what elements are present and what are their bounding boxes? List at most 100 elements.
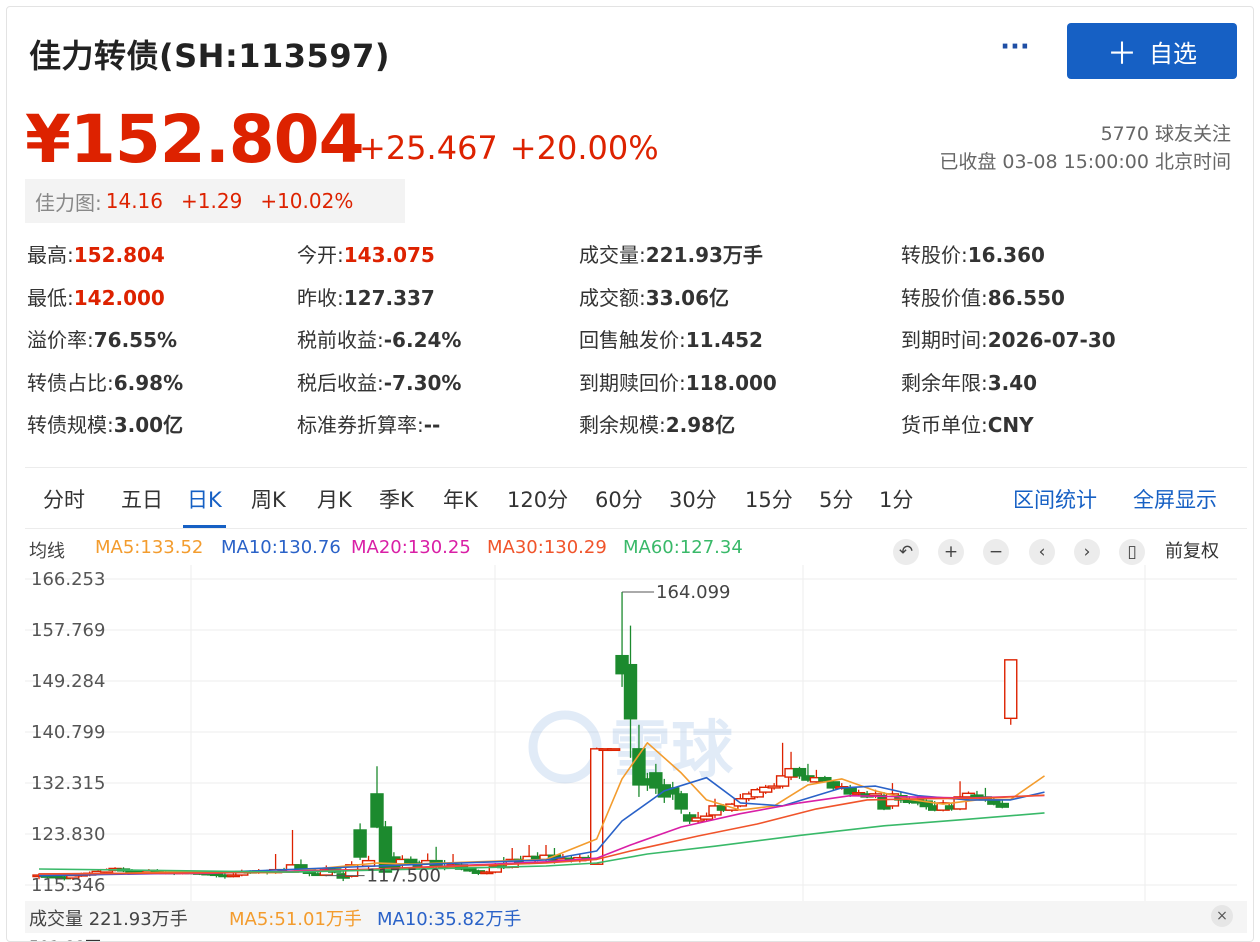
candle-body (818, 776, 832, 782)
quote-value: 2026-07-30 (987, 328, 1116, 352)
quote-label: 溢价率: (27, 328, 94, 352)
quote-cell: 税后收益:-7.30% (297, 367, 461, 396)
quote-value: 3.40 (987, 370, 1038, 395)
quote-label: 税后收益: (297, 370, 384, 395)
price-change: +25.467 +20.00% (359, 129, 671, 167)
y-tick-label: 157.769 (31, 620, 105, 641)
quote-value: 221.93万手 (645, 243, 763, 267)
quote-label: 转债规模: (27, 413, 114, 437)
quote-cell: 剩余年限:3.40 (901, 367, 1037, 396)
quote-cell: 最低:142.000 (27, 282, 165, 311)
kline-chart[interactable]: 雪球 164.099 117.500 166.253 157.769 149.284 140… (25, 565, 1237, 901)
followers-count[interactable]: 5770 球友关注 (1101, 119, 1231, 146)
tab-period[interactable]: 分时 (43, 484, 85, 514)
candle-body (674, 793, 688, 810)
tab-period[interactable]: 120分 (507, 484, 568, 514)
y-tick-label: 132.315 (31, 773, 105, 794)
quote-label: 转债占比: (27, 370, 114, 395)
candle-body (995, 802, 1009, 808)
volume-ma10: MA10:35.82万手 (377, 909, 522, 930)
quote-cell: 成交量:221.93万手 (579, 239, 763, 268)
xueqiu-logo-icon (528, 710, 602, 784)
zoom-in-icon[interactable]: + (938, 539, 964, 565)
quote-cell: 到期赎回价:118.000 (579, 367, 777, 396)
quote-label: 货币单位: (901, 413, 988, 437)
quote-row: 溢价率:76.55% 税前收益:-6.24% 回售触发价:11.452 到期时间:20… (27, 324, 1247, 367)
tab-period[interactable]: 周K (251, 484, 286, 514)
quote-value: 152.804 (73, 243, 165, 267)
zoom-out-icon[interactable]: − (983, 539, 1009, 565)
quote-value: 142.000 (73, 285, 165, 310)
ma-label: 均线 (29, 541, 65, 562)
change-percent: +20.00% (509, 129, 659, 167)
more-button[interactable]: ··· (991, 34, 1039, 65)
ma-legend: 均线 MA5:133.52 MA10:130.76 MA20:130.25 MA30:1… (25, 533, 1247, 565)
tab-period[interactable]: 月K (317, 484, 352, 514)
tab-period[interactable]: 60分 (595, 484, 643, 514)
quote-label: 最低: (27, 285, 74, 310)
quote-cell: 转股价:16.360 (901, 239, 1045, 268)
quote-value: 3.00亿 (113, 413, 184, 437)
underlying-stock-label: 佳力图: (35, 190, 102, 215)
quote-value: 86.550 (987, 285, 1065, 310)
quote-cell: 转股价值:86.550 (901, 282, 1065, 311)
page-title: 佳力转债(SH:113597) (29, 37, 390, 75)
tab-period[interactable]: 日K (183, 484, 226, 528)
quote-label: 转股价值: (901, 285, 988, 310)
tab-period[interactable]: 季K (379, 484, 414, 514)
underlying-stock[interactable]: 佳力图: 14.16 +1.29 +10.02% (25, 179, 405, 223)
close-volume-icon[interactable]: × (1211, 905, 1233, 927)
adjust-mode-select[interactable]: 前复权 (1165, 537, 1219, 563)
tab-period[interactable]: 5分 (819, 484, 853, 514)
candle-body (1004, 659, 1018, 720)
y-tick-label: 123.830 (31, 824, 105, 845)
high-price-label: 164.099 (656, 582, 730, 603)
tab-period[interactable]: 年K (443, 484, 478, 514)
quote-value: -- (423, 413, 441, 437)
y-tick-label: 115.346 (31, 875, 105, 896)
quote-label: 回售触发价: (579, 328, 686, 352)
candle-body (792, 767, 807, 777)
quote-value: 16.360 (967, 243, 1045, 267)
range-stats-link[interactable]: 区间统计 (1013, 484, 1097, 514)
low-price-label: 117.500 (367, 866, 441, 887)
quote-value: 2.98亿 (665, 413, 736, 437)
quote-cell: 到期时间:2026-07-30 (901, 324, 1116, 353)
tab-period[interactable]: 15分 (745, 484, 793, 514)
quote-label: 最高: (27, 243, 74, 267)
quote-label: 今开: (297, 243, 344, 267)
scroll-right-icon[interactable]: › (1074, 539, 1100, 565)
period-tabs: 分时 五日 日K 周K 月K 季K 年K 120分 60分 30分 15分 5分 1分 区间统计 全屏显示 (25, 467, 1247, 529)
fullscreen-link[interactable]: 全屏显示 (1133, 484, 1217, 514)
add-watchlist-button[interactable]: ＋ 自选 (1067, 23, 1237, 79)
tab-period[interactable]: 五日 (121, 484, 163, 514)
quote-value: 11.452 (685, 328, 763, 352)
quote-label: 成交量: (579, 243, 646, 267)
ma-value: MA5:133.52 (95, 537, 204, 558)
quote-label: 标准券折算率: (297, 413, 424, 437)
quote-cell: 成交额:33.06亿 (579, 282, 729, 311)
quote-cell: 税前收益:-6.24% (297, 324, 461, 353)
quote-cell: 剩余规模:2.98亿 (579, 409, 735, 438)
candle-body (699, 815, 714, 820)
ma-value: MA10:130.76 (221, 537, 341, 558)
quote-value: 127.337 (343, 285, 435, 310)
change-value: +25.467 (359, 129, 498, 167)
quote-value: -6.24% (383, 328, 462, 352)
current-price: ¥152.804 (25, 101, 365, 178)
quote-table: 最高:152.804 今开:143.075 成交量:221.93万手 转股价:16.3… (27, 239, 1247, 452)
quote-row: 最高:152.804 今开:143.075 成交量:221.93万手 转股价:16.3… (27, 239, 1247, 282)
candle-style-icon[interactable]: ▯ (1119, 539, 1145, 565)
undo-icon[interactable]: ↶ (893, 539, 919, 565)
scroll-left-icon[interactable]: ‹ (1029, 539, 1055, 565)
tab-period[interactable]: 30分 (669, 484, 717, 514)
tab-period[interactable]: 1分 (879, 484, 913, 514)
quote-value: 118.000 (685, 370, 777, 395)
quote-label: 剩余年限: (901, 370, 988, 395)
quote-cell: 最高:152.804 (27, 239, 165, 268)
plus-icon: ＋ (1107, 37, 1137, 72)
ma-line (38, 776, 1045, 877)
quote-label: 到期赎回价: (579, 370, 686, 395)
y-tick-label: 149.284 (31, 671, 105, 692)
y-tick-label: 140.799 (31, 722, 105, 743)
